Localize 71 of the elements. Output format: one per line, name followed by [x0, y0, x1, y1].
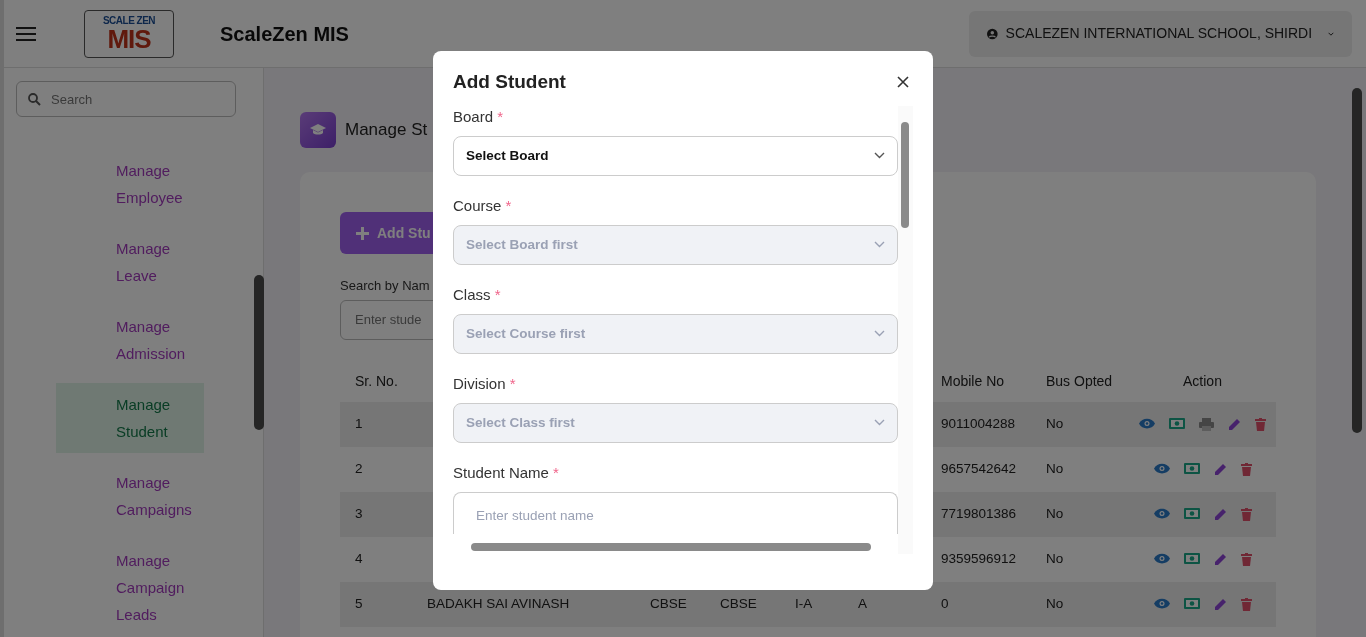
sidebar-item[interactable]: Manage Campaign Leads: [56, 547, 204, 628]
table-cell: 3: [340, 491, 412, 537]
banknote-icon[interactable]: [1183, 552, 1200, 566]
search-label: Search by Nam: [340, 277, 430, 295]
dialog-scrollbar-thumb[interactable]: [901, 121, 909, 228]
search-icon: [28, 93, 41, 106]
chevron-down-icon: [874, 419, 885, 427]
column-header: Action: [1129, 361, 1276, 402]
field-label: Board *: [453, 106, 505, 127]
sidebar-item[interactable]: Manage Leave: [56, 235, 204, 289]
pencil-icon[interactable]: [1213, 507, 1227, 521]
eye-icon[interactable]: [1153, 597, 1170, 611]
text-field[interactable]: Enter student name: [453, 491, 898, 534]
table-cell: No: [1031, 401, 1129, 447]
pencil-icon[interactable]: [1213, 552, 1227, 566]
chevron-down-icon: [874, 330, 885, 338]
eye-icon[interactable]: [1153, 507, 1170, 521]
table-cell: No: [1031, 581, 1129, 627]
banknote-icon[interactable]: [1183, 462, 1200, 476]
table-cell: 9359596912: [926, 536, 1031, 582]
table-cell: 4: [340, 536, 412, 582]
chevron-down-icon: [1328, 30, 1334, 37]
table-cell: 5: [340, 581, 412, 627]
graduation-cap-icon: [300, 112, 336, 148]
field-label: Division *: [453, 373, 517, 394]
column-header: Bus Opted: [1031, 361, 1129, 402]
trash-icon[interactable]: [1240, 462, 1252, 476]
table-cell: 9657542642: [926, 446, 1031, 492]
column-header: Sr. No.: [340, 361, 412, 402]
column-header: Mobile No: [926, 361, 1031, 402]
table-cell: No: [1031, 536, 1129, 582]
page-scrollbar-thumb[interactable]: [1352, 88, 1362, 433]
scrollbar-thumb[interactable]: [254, 275, 264, 430]
banknote-icon[interactable]: [1183, 597, 1200, 611]
eye-icon[interactable]: [1153, 552, 1170, 566]
field-label: Class *: [453, 284, 502, 305]
dialog-title: Add Student: [453, 71, 566, 94]
pencil-icon[interactable]: [1213, 597, 1227, 611]
field-label: Student Name *: [453, 462, 560, 483]
sidebar-item[interactable]: Manage Student: [56, 383, 204, 453]
chevron-down-icon: [874, 241, 885, 249]
app-title: ScaleZen MIS: [220, 21, 349, 47]
chevron-down-icon: [874, 152, 885, 160]
school-dropdown[interactable]: SCALEZEN INTERNATIONAL SCHOOL, SHIRDI: [969, 10, 1352, 57]
sidebar-item[interactable]: Manage Employee: [56, 157, 204, 211]
table-cell: 2: [340, 446, 412, 492]
field-label: Course *: [453, 195, 513, 216]
trash-icon[interactable]: [1240, 597, 1252, 611]
page-title: Manage St: [345, 119, 428, 142]
table-cell: No: [1031, 446, 1129, 492]
pencil-icon[interactable]: [1213, 462, 1227, 476]
sidebar-item[interactable]: Manage Admission: [56, 313, 204, 367]
sidebar-item[interactable]: Manage Campaigns: [56, 469, 204, 523]
eye-icon[interactable]: [1153, 462, 1170, 476]
table-cell: 0: [926, 581, 1031, 627]
horizontal-scrollbar-thumb[interactable]: [471, 542, 871, 551]
trash-icon[interactable]: [1255, 417, 1266, 431]
printer-icon[interactable]: [1199, 417, 1214, 431]
banknote-icon[interactable]: [1183, 507, 1200, 521]
table-cell: 1: [340, 401, 412, 447]
menu-icon[interactable]: [16, 25, 36, 42]
eye-icon[interactable]: [1139, 417, 1155, 431]
banknote-icon[interactable]: [1169, 417, 1185, 431]
table-cell: No: [1031, 491, 1129, 537]
select-field[interactable]: Select Board: [453, 135, 898, 176]
trash-icon[interactable]: [1240, 507, 1252, 521]
trash-icon[interactable]: [1240, 552, 1252, 566]
logo: SCALE ZEN MIS: [84, 9, 174, 58]
pencil-icon[interactable]: [1228, 417, 1241, 431]
sidebar-search-field[interactable]: Search: [16, 81, 236, 117]
plus-icon: [356, 226, 369, 240]
